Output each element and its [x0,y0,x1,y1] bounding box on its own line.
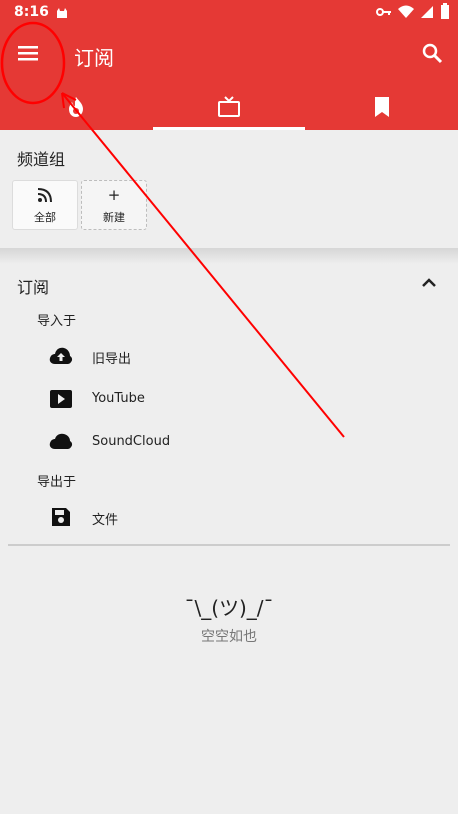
tv-icon [217,95,241,122]
list-separator [8,544,450,546]
rss-feed-icon [37,187,53,203]
empty-state-message: 空空如也 [201,629,257,645]
import-youtube-label: YouTube [92,391,145,406]
cloud-icon [49,432,73,452]
status-time: 8:16 [14,4,49,20]
import-soundcloud-label: SoundCloud [92,434,171,449]
battery-icon [440,3,450,23]
menu-button[interactable] [10,35,46,71]
fire-icon [65,96,87,122]
search-icon [414,43,450,75]
cloud-upload-icon [49,346,73,366]
chevron-up-icon[interactable] [420,274,438,296]
vpn-key-icon [376,4,392,23]
export-to-label: 导出于 [37,475,77,490]
group-all-label: 全部 [34,211,56,224]
channel-groups-title: 频道组 [17,150,66,169]
youtube-icon [49,389,73,409]
signal-icon [420,4,434,23]
import-previous-export-label: 旧导出 [92,352,132,367]
save-icon [49,507,73,527]
main-content: 频道组 全部 + 新建 订阅 导入于 旧导出 YouTube SoundClou… [0,130,458,814]
tab-bookmarks[interactable] [305,87,458,130]
main-tabs [0,87,458,130]
tab-trending[interactable] [0,87,153,130]
group-new-card[interactable]: + 新建 [81,180,147,230]
section-divider [0,248,458,264]
empty-state-emoticon: ¯\_(ツ)_/¯ [184,596,274,620]
import-from-label: 导入于 [37,314,77,329]
import-previous-export-item[interactable]: 旧导出 [0,336,458,374]
tab-subscriptions[interactable] [152,87,306,130]
notification-icon [55,5,69,24]
subscriptions-title: 订阅 [17,278,50,297]
app-toolbar: 订阅 [0,25,458,130]
group-all-card[interactable]: 全部 [12,180,78,230]
group-new-label: 新建 [103,211,125,224]
export-file-label: 文件 [92,513,119,528]
bookmark-icon [373,96,391,122]
search-button[interactable] [414,35,450,71]
plus-icon: + [107,186,121,204]
wifi-icon [398,4,414,23]
hamburger-menu-icon [10,46,46,75]
status-bar: 8:16 [0,0,458,25]
import-youtube-item[interactable]: YouTube [0,379,458,417]
import-soundcloud-item[interactable]: SoundCloud [0,422,458,460]
page-title: 订阅 [74,46,114,70]
export-file-item[interactable]: 文件 [0,497,458,535]
